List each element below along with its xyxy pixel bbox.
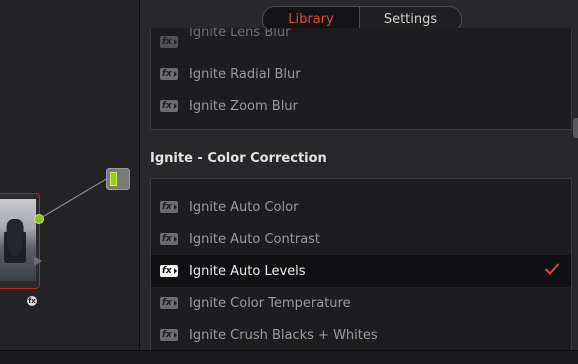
- list-item[interactable]: fx Ignite Zoom Blur: [151, 90, 571, 122]
- fx-badge-icon: fx: [27, 296, 37, 306]
- color-effects-list[interactable]: fx Ignite Auto Color fx Ignite Auto Cont…: [150, 178, 572, 351]
- source-node[interactable]: [0, 193, 40, 289]
- list-item-label: Ignite Auto Levels: [189, 263, 306, 279]
- output-node-icon[interactable]: [106, 168, 130, 190]
- list-item[interactable]: fx Ignite Radial Blur: [151, 58, 571, 90]
- list-item-label: Ignite Zoom Blur: [189, 98, 298, 114]
- fx-icon: fx: [160, 329, 178, 341]
- figure-image: [4, 219, 26, 263]
- fx-icon: fx: [160, 297, 178, 309]
- section-title: Ignite - Color Correction: [150, 151, 327, 166]
- checkmark-icon: [545, 263, 559, 275]
- fx-icon: fx: [160, 68, 178, 80]
- list-item-label: Ignite Auto Color: [189, 199, 299, 215]
- node-thumbnail: [0, 199, 36, 281]
- list-item[interactable]: fx Ignite Crush Blacks + Whites: [151, 319, 571, 351]
- list-item[interactable]: fx Ignite Auto Contrast: [151, 223, 571, 255]
- node-output-connector[interactable]: [34, 214, 44, 224]
- list-item-label: Ignite Lens Blur: [189, 28, 291, 40]
- list-item-label: Ignite Color Temperature: [189, 295, 351, 311]
- list-item-label: Ignite Radial Blur: [189, 66, 301, 82]
- list-item[interactable]: fx Ignite Color Temperature: [151, 287, 571, 319]
- status-bar: [0, 350, 578, 364]
- list-item[interactable]: fx Ignite Lens Blur: [151, 28, 571, 58]
- fx-icon: fx: [160, 36, 178, 48]
- blur-effects-list[interactable]: fx Ignite Lens Blur fx Ignite Radial Blu…: [150, 28, 572, 130]
- list-item[interactable]: fx Ignite Auto Color: [151, 191, 571, 223]
- list-item-label: Ignite Auto Contrast: [189, 231, 321, 247]
- fx-icon: fx: [160, 233, 178, 245]
- output-node-indicator: [110, 172, 117, 186]
- node-input-arrow-icon: [34, 256, 42, 266]
- list-item-selected[interactable]: fx Ignite Auto Levels: [151, 255, 571, 287]
- fx-icon: fx: [160, 265, 178, 277]
- list-item-label: Ignite Crush Blacks + Whites: [189, 327, 378, 343]
- fx-icon: fx: [160, 201, 178, 213]
- scrollbar[interactable]: [573, 118, 578, 138]
- fx-icon: fx: [160, 100, 178, 112]
